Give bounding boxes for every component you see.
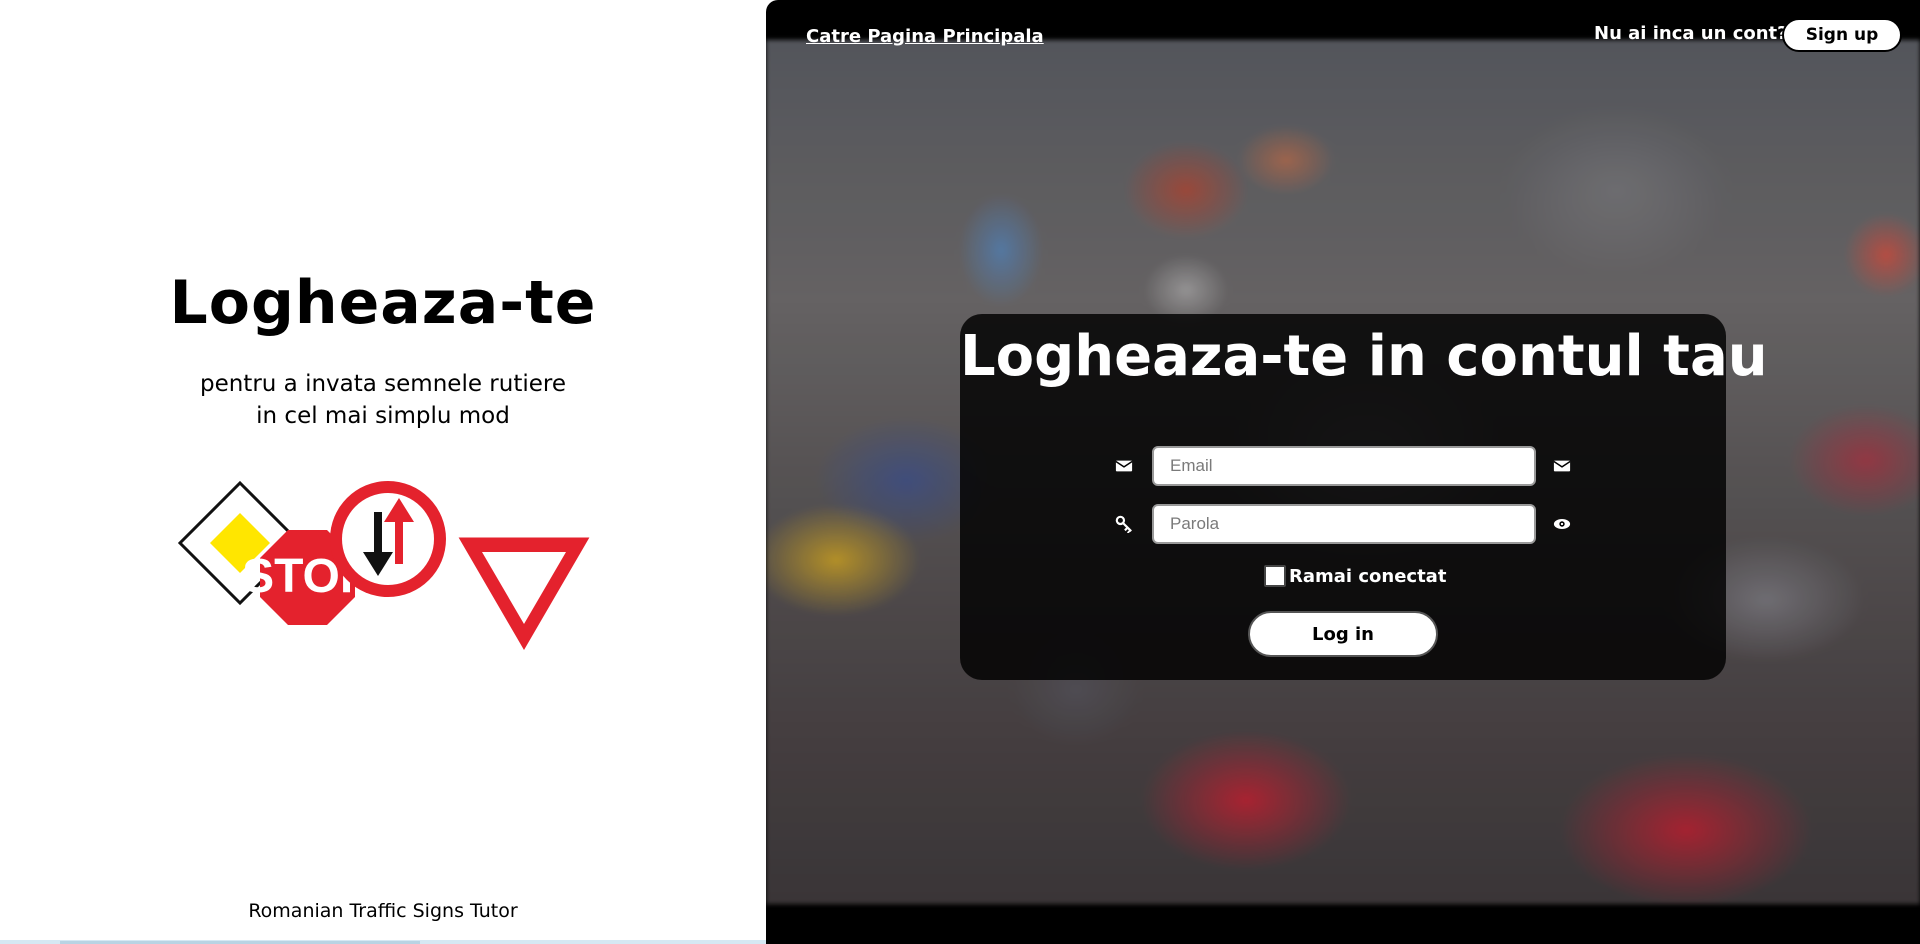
eye-icon[interactable]	[1552, 514, 1572, 534]
remember-me-label[interactable]: Ramai conectat	[1289, 566, 1446, 587]
envelope-icon	[1552, 456, 1572, 476]
traffic-signs-illustration: STOP	[177, 480, 595, 656]
horizontal-scrollbar[interactable]	[0, 940, 766, 944]
page-title: Logheaza-te	[169, 268, 597, 338]
priority-oncoming-sign-icon	[330, 481, 446, 597]
remember-me-checkbox[interactable]	[1264, 565, 1286, 587]
login-button[interactable]: Log in	[1248, 611, 1438, 657]
footer-app-name: Romanian Traffic Signs Tutor	[248, 900, 518, 922]
yield-sign-icon	[453, 534, 595, 656]
subtitle-line-2: in cel mai simplu mod	[256, 403, 510, 429]
password-input[interactable]	[1152, 504, 1536, 544]
login-title: Logheaza-te in contul tau	[960, 324, 1768, 389]
signup-button[interactable]: Sign up	[1782, 18, 1902, 52]
key-icon	[1114, 514, 1134, 534]
remember-me[interactable]: Ramai conectat	[1264, 565, 1446, 587]
envelope-icon	[1114, 456, 1134, 476]
login-form: Logheaza-te in contul tau Ramai conectat…	[960, 314, 1768, 680]
subtitle-line-1: pentru a invata semnele rutiere	[199, 371, 566, 397]
email-input[interactable]	[1152, 446, 1536, 486]
signup-prompt: Nu ai inca un cont?	[1594, 23, 1788, 44]
page-subtitle: pentru a invata semnele rutiere in cel m…	[0, 368, 766, 432]
home-link[interactable]: Catre Pagina Principala	[806, 26, 1044, 47]
left-panel: Logheaza-te pentru a invata semnele ruti…	[0, 0, 766, 944]
right-panel: Catre Pagina Principala Nu ai inca un co…	[766, 0, 1920, 944]
